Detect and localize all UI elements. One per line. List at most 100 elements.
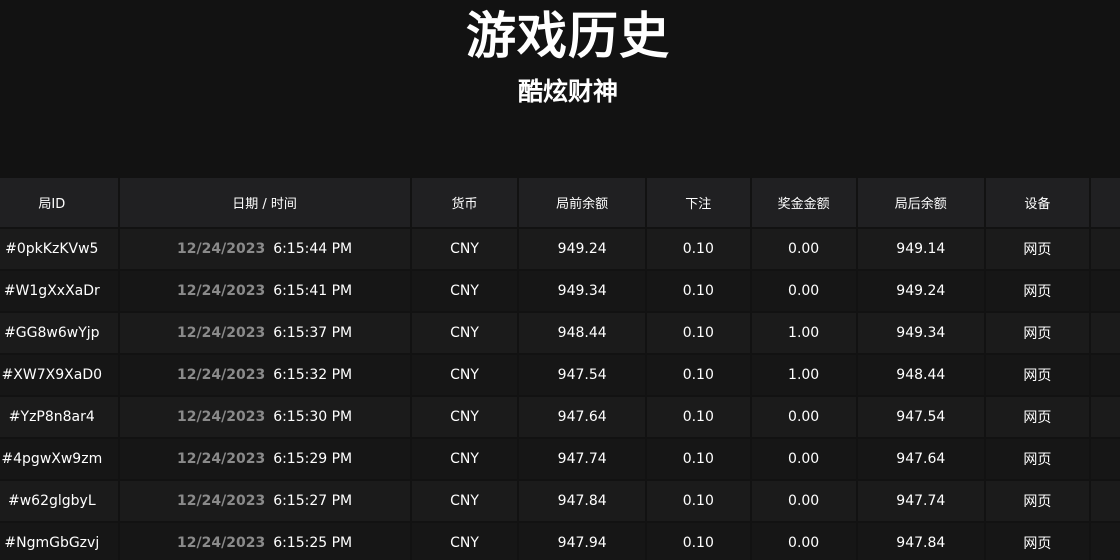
column-header-round-id: 局ID <box>0 178 118 227</box>
win-amount-cell: 0.00 <box>751 271 856 311</box>
time-text: 6:15:30 PM <box>273 409 353 425</box>
column-header-balance-before: 局前余额 <box>519 178 645 227</box>
time-text: 6:15:41 PM <box>273 283 353 299</box>
page-header: 游戏历史 酷炫财神 <box>0 0 1120 176</box>
date-text: 12/24/2023 <box>177 493 266 509</box>
currency-cell: CNY <box>411 481 518 521</box>
bet-cell: 0.10 <box>646 397 750 437</box>
bet-cell: 0.10 <box>646 439 750 479</box>
datetime-cell: 12/24/2023 6:15:29 PM <box>119 439 410 479</box>
game-history-page: 游戏历史 酷炫财神 局ID 日期 / 时间 货币 局前余额 下注 奖金金额 局后… <box>0 0 1120 560</box>
column-header-balance-after: 局后余额 <box>857 178 985 227</box>
currency-cell: CNY <box>411 439 518 479</box>
header-row: 局ID 日期 / 时间 货币 局前余额 下注 奖金金额 局后余额 设备 <box>0 178 1120 227</box>
balance-before-cell: 947.84 <box>519 481 645 521</box>
device-cell: 网页 <box>986 481 1089 521</box>
balance-after-cell: 947.84 <box>857 523 985 560</box>
balance-after-cell: 949.24 <box>857 271 985 311</box>
column-header-currency: 货币 <box>411 178 518 227</box>
table-row[interactable]: #NgmGbGzvj 12/24/2023 6:15:25 PM CNY 947.94 0… <box>0 523 1120 560</box>
date-text: 12/24/2023 <box>177 409 266 425</box>
currency-cell: CNY <box>411 355 518 395</box>
table-row[interactable]: #w62glgbyL 12/24/2023 6:15:27 PM CNY 947.84 0… <box>0 481 1120 521</box>
extra-cell <box>1090 313 1120 353</box>
round-id-cell: #NgmGbGzvj <box>0 523 118 560</box>
device-cell: 网页 <box>986 313 1089 353</box>
time-text: 6:15:32 PM <box>273 367 353 383</box>
balance-before-cell: 949.34 <box>519 271 645 311</box>
time-text: 6:15:44 PM <box>273 241 353 257</box>
balance-after-cell: 948.44 <box>857 355 985 395</box>
balance-before-cell: 949.24 <box>519 229 645 269</box>
currency-cell: CNY <box>411 229 518 269</box>
history-table-container[interactable]: 局ID 日期 / 时间 货币 局前余额 下注 奖金金额 局后余额 设备 #0pk… <box>0 176 1120 560</box>
device-cell: 网页 <box>986 229 1089 269</box>
date-text: 12/24/2023 <box>177 451 266 467</box>
page-title: 游戏历史 <box>466 7 670 65</box>
currency-cell: CNY <box>411 523 518 560</box>
time-text: 6:15:37 PM <box>273 325 353 341</box>
win-amount-cell: 0.00 <box>751 523 856 560</box>
win-amount-cell: 0.00 <box>751 439 856 479</box>
datetime-cell: 12/24/2023 6:15:25 PM <box>119 523 410 560</box>
device-cell: 网页 <box>986 271 1089 311</box>
extra-cell <box>1090 229 1120 269</box>
bet-cell: 0.10 <box>646 523 750 560</box>
extra-cell <box>1090 481 1120 521</box>
table-row[interactable]: #XW7X9XaD0 12/24/2023 6:15:32 PM CNY 947.54 0… <box>0 355 1120 395</box>
datetime-cell: 12/24/2023 6:15:44 PM <box>119 229 410 269</box>
round-id-cell: #YzP8n8ar4 <box>0 397 118 437</box>
round-id-cell: #W1gXxXaDr <box>0 271 118 311</box>
device-cell: 网页 <box>986 355 1089 395</box>
win-amount-cell: 1.00 <box>751 313 856 353</box>
datetime-cell: 12/24/2023 6:15:30 PM <box>119 397 410 437</box>
bet-cell: 0.10 <box>646 271 750 311</box>
column-header-win-amount: 奖金金额 <box>751 178 856 227</box>
date-text: 12/24/2023 <box>177 325 266 341</box>
extra-cell <box>1090 355 1120 395</box>
balance-before-cell: 947.74 <box>519 439 645 479</box>
table-row[interactable]: #GG8w6wYjp 12/24/2023 6:15:37 PM CNY 948.44 0… <box>0 313 1120 353</box>
round-id-cell: #GG8w6wYjp <box>0 313 118 353</box>
date-text: 12/24/2023 <box>177 367 266 383</box>
date-text: 12/24/2023 <box>177 535 266 551</box>
device-cell: 网页 <box>986 439 1089 479</box>
table-header: 局ID 日期 / 时间 货币 局前余额 下注 奖金金额 局后余额 设备 <box>0 178 1120 227</box>
currency-cell: CNY <box>411 313 518 353</box>
column-header-bet: 下注 <box>646 178 750 227</box>
balance-after-cell: 947.74 <box>857 481 985 521</box>
datetime-cell: 12/24/2023 6:15:27 PM <box>119 481 410 521</box>
balance-after-cell: 947.54 <box>857 397 985 437</box>
extra-cell <box>1090 397 1120 437</box>
table-row[interactable]: #W1gXxXaDr 12/24/2023 6:15:41 PM CNY 949.34 0… <box>0 271 1120 311</box>
currency-cell: CNY <box>411 271 518 311</box>
balance-before-cell: 948.44 <box>519 313 645 353</box>
bet-cell: 0.10 <box>646 229 750 269</box>
win-amount-cell: 0.00 <box>751 481 856 521</box>
game-name: 酷炫财神 <box>517 77 618 106</box>
currency-cell: CNY <box>411 397 518 437</box>
extra-cell <box>1090 271 1120 311</box>
bet-cell: 0.10 <box>646 313 750 353</box>
time-text: 6:15:29 PM <box>273 451 353 467</box>
round-id-cell: #4pgwXw9zm <box>0 439 118 479</box>
datetime-cell: 12/24/2023 6:15:32 PM <box>119 355 410 395</box>
win-amount-cell: 0.00 <box>751 397 856 437</box>
date-text: 12/24/2023 <box>177 241 266 257</box>
round-id-cell: #0pkKzKVw5 <box>0 229 118 269</box>
table-row[interactable]: #4pgwXw9zm 12/24/2023 6:15:29 PM CNY 947.74 0… <box>0 439 1120 479</box>
column-header-device: 设备 <box>986 178 1089 227</box>
table-row[interactable]: #YzP8n8ar4 12/24/2023 6:15:30 PM CNY 947.64 0… <box>0 397 1120 437</box>
column-header-datetime: 日期 / 时间 <box>119 178 410 227</box>
win-amount-cell: 1.00 <box>751 355 856 395</box>
history-table: 局ID 日期 / 时间 货币 局前余额 下注 奖金金额 局后余额 设备 #0pk… <box>0 176 1120 560</box>
datetime-cell: 12/24/2023 6:15:41 PM <box>119 271 410 311</box>
balance-before-cell: 947.64 <box>519 397 645 437</box>
time-text: 6:15:27 PM <box>273 493 353 509</box>
win-amount-cell: 0.00 <box>751 229 856 269</box>
balance-after-cell: 949.34 <box>857 313 985 353</box>
balance-before-cell: 947.94 <box>519 523 645 560</box>
date-text: 12/24/2023 <box>177 283 266 299</box>
balance-after-cell: 947.64 <box>857 439 985 479</box>
table-row[interactable]: #0pkKzKVw5 12/24/2023 6:15:44 PM CNY 949.24 0… <box>0 229 1120 269</box>
